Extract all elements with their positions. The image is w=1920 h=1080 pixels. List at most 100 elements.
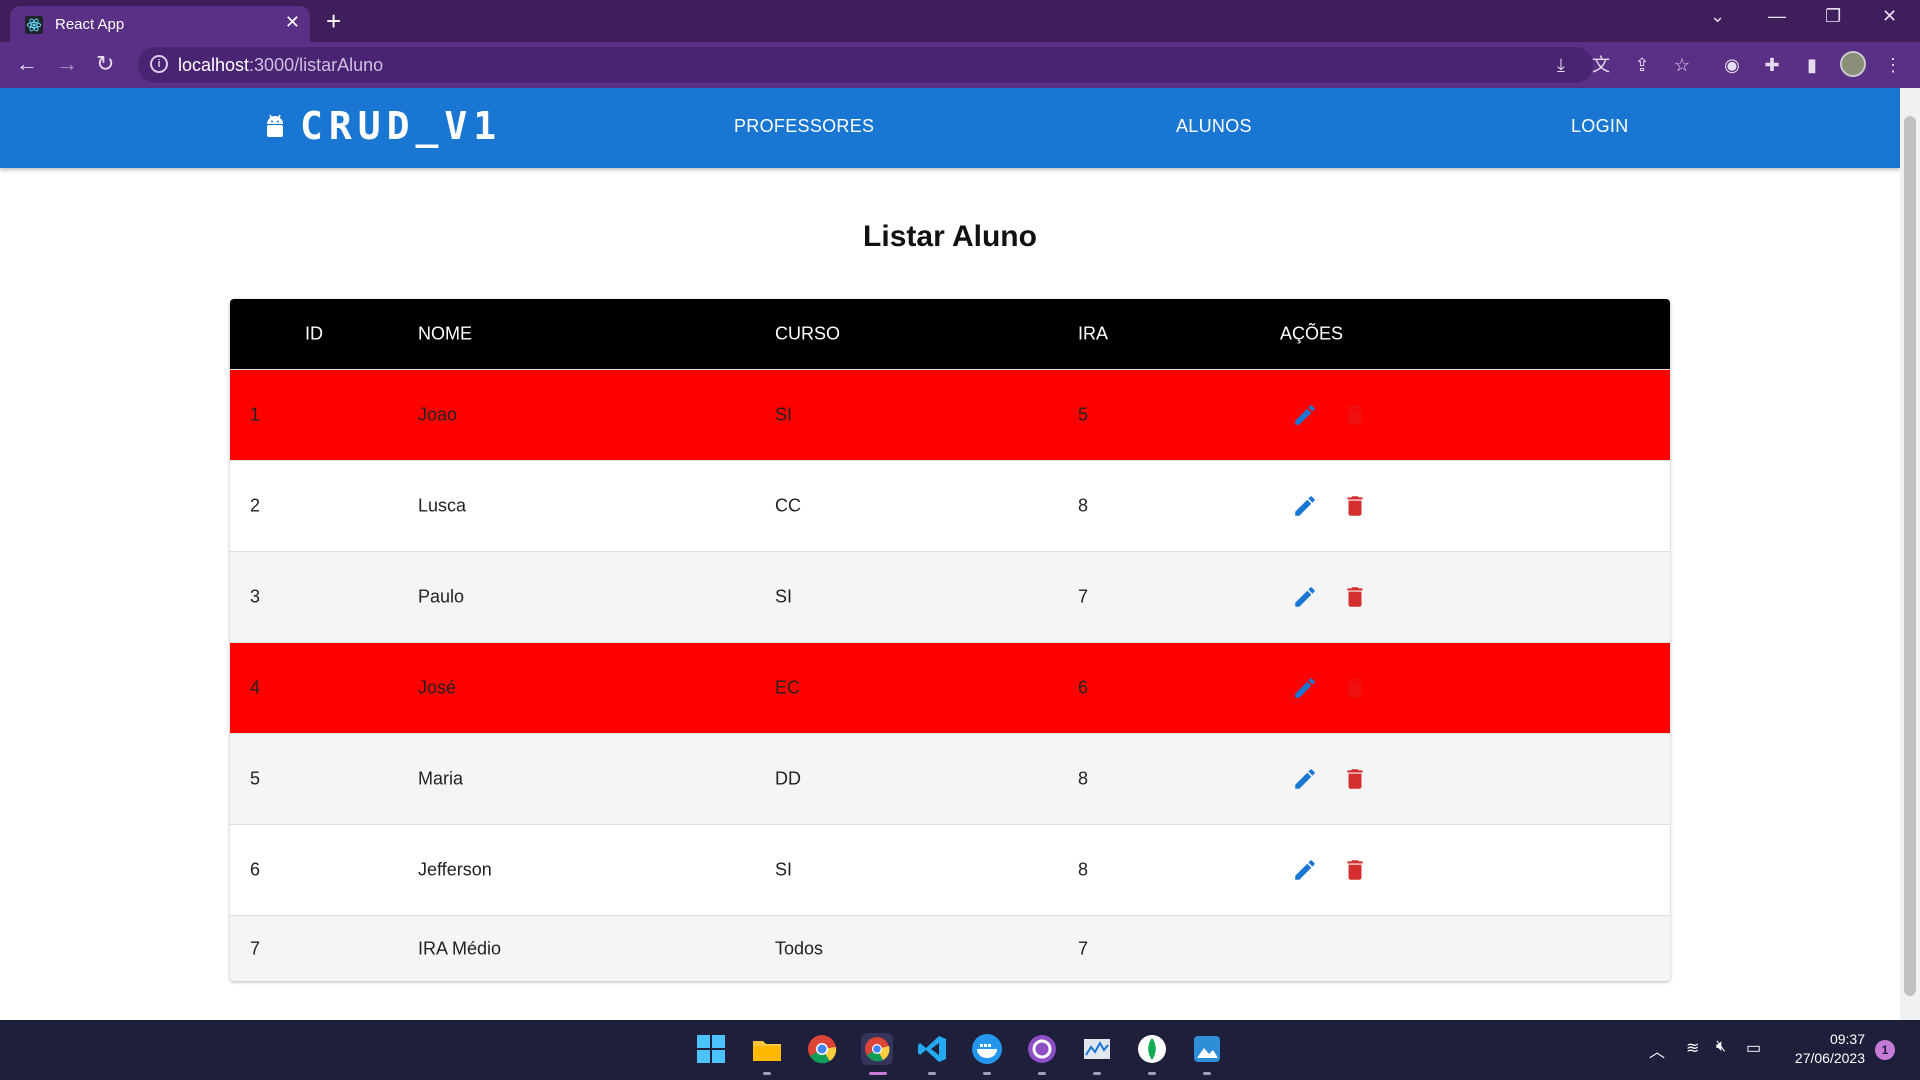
row-actions [1292,584,1368,610]
delete-trash-icon[interactable] [1342,675,1368,701]
nav-alunos[interactable]: ALUNOS [1176,116,1252,137]
cell-id: 4 [250,677,261,698]
cell-nome: Jefferson [418,859,492,880]
cell-ira: 5 [1078,404,1089,425]
table-header: ID NOME CURSO IRA AÇÕES [230,299,1670,369]
header-nome: NOME [418,323,472,344]
page-title: Listar Aluno [863,220,1037,253]
side-panel-icon[interactable]: ▮ [1801,54,1823,76]
browser-toolbar: ← → ↻ i localhost:3000/listarAluno ⤓ 文 ⇪… [0,42,1920,88]
battery-icon[interactable]: ▭ [1746,1038,1761,1058]
wifi-icon[interactable]: ≋ [1686,1038,1699,1058]
row-actions [1292,766,1368,792]
file-explorer-icon[interactable] [751,1033,783,1065]
cell-id: 1 [250,404,261,425]
docker-icon[interactable] [971,1033,1003,1065]
photos-indicator [1203,1072,1211,1075]
cell-nome: Joao [418,404,458,425]
notification-badge[interactable]: 1 [1875,1040,1895,1060]
share-icon[interactable]: ⇪ [1631,54,1653,76]
extension-glasses-icon[interactable]: ◉ [1721,54,1743,76]
browser-menu-icon[interactable]: ⋮ [1882,54,1904,76]
browser-tab[interactable]: React App ✕ [10,6,310,42]
table-row: 2 Lusca CC 8 [230,460,1670,551]
minimize-button[interactable]: — [1768,6,1786,27]
cell-ira: 8 [1078,859,1089,880]
translate-icon[interactable]: 文 [1590,54,1612,76]
table-row: 7 IRA Médio Todos 7 [230,915,1670,981]
cell-nome: Lusca [418,495,467,516]
scrollbar-thumb[interactable] [1904,116,1916,996]
edit-pencil-icon[interactable] [1292,584,1318,610]
edit-pencil-icon[interactable] [1292,402,1318,428]
delete-trash-icon[interactable] [1342,766,1368,792]
url-text[interactable]: localhost:3000/listarAluno [178,55,383,76]
cell-id: 5 [250,768,261,789]
back-button[interactable]: ← [16,52,38,76]
cell-curso: SI [775,404,793,425]
github-desktop-icon[interactable] [1026,1033,1058,1065]
chrome-profile-icon[interactable] [861,1033,893,1065]
taskbar-clock[interactable]: 09:37 27/06/2023 [1785,1030,1865,1068]
tab-search-icon[interactable]: ⌄ [1710,6,1725,27]
header-acoes: AÇÕES [1280,323,1344,344]
site-info-icon[interactable]: i [150,55,168,73]
tab-title: React App [55,16,125,33]
extensions-puzzle-icon[interactable]: ✚ [1761,54,1783,76]
brand[interactable]: CRUD_V1 [264,104,502,148]
table-row: 5 Maria DD 8 [230,733,1670,824]
edit-pencil-icon[interactable] [1292,857,1318,883]
install-app-icon[interactable]: ⤓ [1550,54,1572,76]
brand-title: CRUD_V1 [300,104,503,148]
delete-trash-icon[interactable] [1342,857,1368,883]
new-tab-button[interactable]: + [326,6,341,36]
row-actions [1292,402,1368,428]
delete-trash-icon[interactable] [1342,493,1368,519]
resource-monitor-icon[interactable] [1081,1033,1113,1065]
page-scrollbar[interactable] [1900,88,1920,1020]
cell-curso: SI [775,859,793,880]
cell-id: 7 [250,938,261,958]
bookmark-star-icon[interactable]: ☆ [1671,54,1693,76]
show-hidden-icons-chevron-icon[interactable]: ︿ [1649,1038,1665,1062]
cell-nome: José [418,677,457,698]
table-row: 3 Paulo SI 7 [230,551,1670,642]
windows-taskbar: ︿ ≋ 🔇︎ ▭ 09:37 27/06/2023 1 [0,1020,1920,1080]
row-actions [1292,493,1368,519]
react-logo-icon [25,16,43,34]
delete-trash-icon[interactable] [1342,584,1368,610]
cell-nome: Paulo [418,586,465,607]
forward-button[interactable]: → [56,52,78,76]
tab-close-icon[interactable]: ✕ [285,12,300,33]
mongodb-compass-icon[interactable] [1136,1033,1168,1065]
edit-pencil-icon[interactable] [1292,766,1318,792]
docker-indicator [983,1072,991,1075]
delete-trash-icon[interactable] [1342,402,1368,428]
cell-ira: 6 [1078,677,1089,698]
table-row: 6 Jefferson SI 8 [230,824,1670,915]
cell-id: 2 [250,495,261,516]
cell-ira: 8 [1078,768,1089,789]
volume-muted-icon[interactable]: 🔇︎ [1716,1038,1726,1056]
cell-nome: Maria [418,768,464,789]
edit-pencil-icon[interactable] [1292,493,1318,519]
restore-button[interactable]: ❐ [1825,6,1841,27]
vscode-icon[interactable] [916,1033,948,1065]
header-ira: IRA [1078,323,1109,344]
nav-login[interactable]: LOGIN [1571,116,1629,137]
address-bar[interactable]: i localhost:3000/listarAluno [138,47,1593,83]
resource-monitor-indicator [1093,1072,1101,1075]
reload-button[interactable]: ↻ [96,52,114,76]
table-body: 1 Joao SI 5 2 Lusca CC 8 3 Paulo SI 7 4 José EC 6 5 Maria… [230,369,1670,981]
nav-professores[interactable]: PROFESSORES [734,116,874,137]
photos-icon[interactable] [1191,1033,1223,1065]
windows-start-icon[interactable] [695,1033,727,1065]
url-path: :3000/listarAluno [249,55,384,75]
cell-curso: CC [775,495,801,516]
edit-pencil-icon[interactable] [1292,675,1318,701]
app-navbar: CRUD_V1 PROFESSORES ALUNOS LOGIN [0,88,1900,168]
chrome-icon[interactable] [806,1033,838,1065]
profile-avatar[interactable] [1840,51,1866,77]
cell-ira: 7 [1078,586,1089,607]
close-window-button[interactable]: ✕ [1882,6,1897,27]
